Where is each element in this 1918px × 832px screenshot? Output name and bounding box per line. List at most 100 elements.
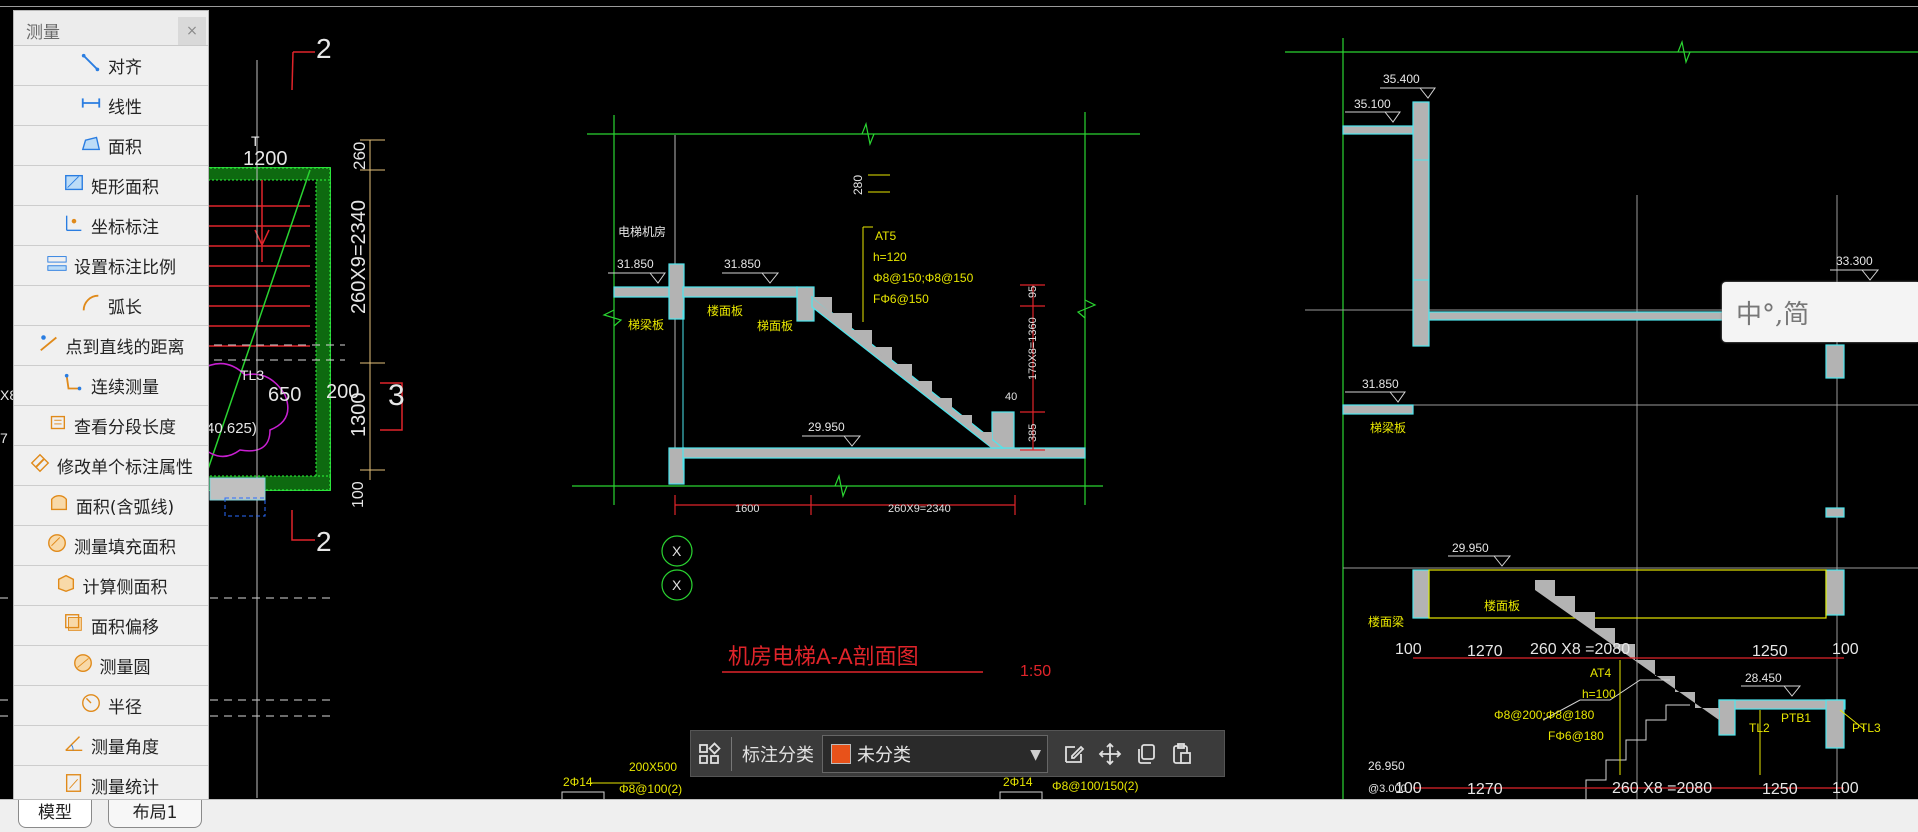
aligned-dimension-icon [80, 52, 108, 79]
svg-text:33.300: 33.300 [1836, 254, 1873, 268]
svg-text:650: 650 [268, 384, 301, 406]
tool-area[interactable]: 面积 [14, 126, 208, 166]
tool-coordinate[interactable]: 坐标标注 [14, 206, 208, 246]
svg-text:2Φ14: 2Φ14 [1003, 775, 1033, 789]
chevron-down-icon: ▼ [1030, 746, 1041, 763]
tool-label: 面积(含弧线) [75, 498, 175, 518]
svg-text:3: 3 [388, 379, 405, 412]
svg-text:PTL3: PTL3 [1852, 721, 1881, 735]
svg-text:2: 2 [316, 526, 332, 557]
cad-drawing-canvas[interactable]: 2 1200 T 260X9=2340 260 1300 100 TL3 650… [0, 0, 1918, 831]
tool-circle[interactable]: 测量圆 [14, 646, 208, 686]
svg-text:1270: 1270 [1467, 643, 1503, 660]
svg-text:170X8=1360: 170X8=1360 [1027, 317, 1039, 380]
point-line-distance-icon [38, 332, 66, 359]
scale-icon [46, 252, 74, 279]
tool-label: 连续测量 [91, 378, 159, 398]
circle-icon [72, 652, 100, 679]
svg-text:Φ8@100/150(2): Φ8@100/150(2) [1052, 779, 1138, 793]
category-selected-value: 未分类 [857, 744, 911, 766]
copy-icon[interactable] [1128, 736, 1164, 772]
svg-text:1270: 1270 [1467, 781, 1503, 798]
tool-radius[interactable]: 半径 [14, 686, 208, 726]
tab-layout1[interactable]: 布局1 [108, 800, 202, 828]
tool-label: 面积 [108, 138, 142, 158]
edit-icon[interactable] [1056, 736, 1092, 772]
svg-text:35.400: 35.400 [1383, 72, 1420, 86]
svg-text:260X9=2340: 260X9=2340 [348, 200, 370, 314]
tool-linear-dimension[interactable]: 线性 [14, 86, 208, 126]
tool-label: 面积偏移 [91, 618, 159, 638]
svg-text:26.950: 26.950 [1368, 759, 1405, 773]
svg-text:35.100: 35.100 [1354, 97, 1391, 111]
toolbar-divider [731, 736, 732, 771]
tool-scale[interactable]: 设置标注比例 [14, 246, 208, 286]
side-area-icon [55, 572, 83, 599]
tool-rect-area[interactable]: 矩形面积 [14, 166, 208, 206]
move-icon[interactable] [1092, 736, 1128, 772]
svg-text:h=120: h=120 [873, 250, 907, 264]
svg-text:385: 385 [1027, 424, 1039, 442]
edit-dimension-icon [29, 452, 57, 479]
tool-label: 半径 [108, 698, 142, 718]
tool-label: 查看分段长度 [74, 418, 176, 438]
annotation-category-label: 标注分类 [742, 744, 814, 766]
svg-text:260 X8 =2080: 260 X8 =2080 [1612, 780, 1712, 797]
svg-text:100: 100 [1395, 780, 1422, 797]
tool-continuous-measure[interactable]: 连续测量 [14, 366, 208, 406]
ime-status-text: 中°,简 [1736, 300, 1810, 330]
tool-label: 测量圆 [99, 658, 151, 678]
svg-text:7: 7 [0, 430, 8, 446]
close-icon[interactable]: × [178, 17, 206, 45]
tool-label: 设置标注比例 [74, 258, 176, 278]
svg-text:40: 40 [1005, 391, 1017, 403]
svg-text:AT5: AT5 [875, 229, 896, 243]
svg-text:100: 100 [1832, 780, 1859, 797]
tool-label: 计算侧面积 [82, 578, 168, 598]
coordinate-icon [63, 212, 91, 239]
svg-text:100: 100 [1832, 641, 1859, 658]
tool-area-offset[interactable]: 面积偏移 [14, 606, 208, 646]
tab-model[interactable]: 模型 [18, 800, 92, 828]
layout-tab-bar: 模型 布局1 [0, 799, 1918, 832]
tool-label: 修改单个标注属性 [57, 458, 193, 478]
svg-text:FΦ6@180: FΦ6@180 [1548, 729, 1604, 743]
tool-hatch-area[interactable]: 测量填充面积 [14, 526, 208, 566]
panel-title: 测量 [26, 23, 60, 43]
svg-text:31.850: 31.850 [724, 257, 761, 271]
tool-angle[interactable]: 测量角度 [14, 726, 208, 766]
measure-panel: 测量 × 对齐线性面积矩形面积 坐标标注设置标注比例弧长 点到直线的距离连续测量查看… [13, 10, 209, 810]
svg-text:楼面梁: 楼面梁 [1368, 614, 1404, 629]
svg-text:1:50: 1:50 [1020, 663, 1051, 680]
svg-text:260 X8 =2080: 260 X8 =2080 [1530, 641, 1630, 658]
svg-text:28.450: 28.450 [1745, 671, 1782, 685]
tool-arc-area[interactable]: 面积(含弧线) [14, 486, 208, 526]
svg-text:200: 200 [326, 381, 359, 403]
tool-point-line-distance[interactable]: 点到直线的距离 [14, 326, 208, 366]
segment-length-icon [46, 412, 74, 439]
hatch-area-icon [46, 532, 74, 559]
svg-text:1250: 1250 [1762, 781, 1798, 798]
ime-floating-toolbar[interactable]: 中°,简 [1722, 282, 1918, 342]
svg-text:2: 2 [316, 33, 332, 64]
tool-segment-length[interactable]: 查看分段长度 [14, 406, 208, 446]
tool-aligned-dimension[interactable]: 对齐 [14, 46, 208, 86]
grid-icon[interactable] [691, 736, 727, 772]
svg-text:1600: 1600 [735, 503, 759, 515]
rect-area-icon [63, 172, 91, 199]
svg-text:机房电梯A-A剖面图: 机房电梯A-A剖面图 [728, 644, 919, 669]
category-color-swatch [831, 743, 851, 764]
svg-text:31.850: 31.850 [617, 257, 654, 271]
svg-text:Φ8@100(2): Φ8@100(2) [619, 782, 682, 796]
paste-icon[interactable] [1164, 736, 1200, 772]
svg-text:95: 95 [1027, 286, 1039, 298]
tool-side-area[interactable]: 计算侧面积 [14, 566, 208, 606]
svg-text:280: 280 [851, 175, 865, 195]
annotation-category-select[interactable]: 未分类 ▼ [822, 734, 1048, 773]
svg-text:260X9=2340: 260X9=2340 [888, 503, 951, 515]
tool-label: 线性 [108, 98, 142, 118]
tool-label: 对齐 [108, 58, 142, 78]
tool-arc-length[interactable]: 弧长 [14, 286, 208, 326]
tool-edit-dimension[interactable]: 修改单个标注属性 [14, 446, 208, 486]
svg-text:Φ8@150;Φ8@150: Φ8@150;Φ8@150 [873, 271, 974, 285]
